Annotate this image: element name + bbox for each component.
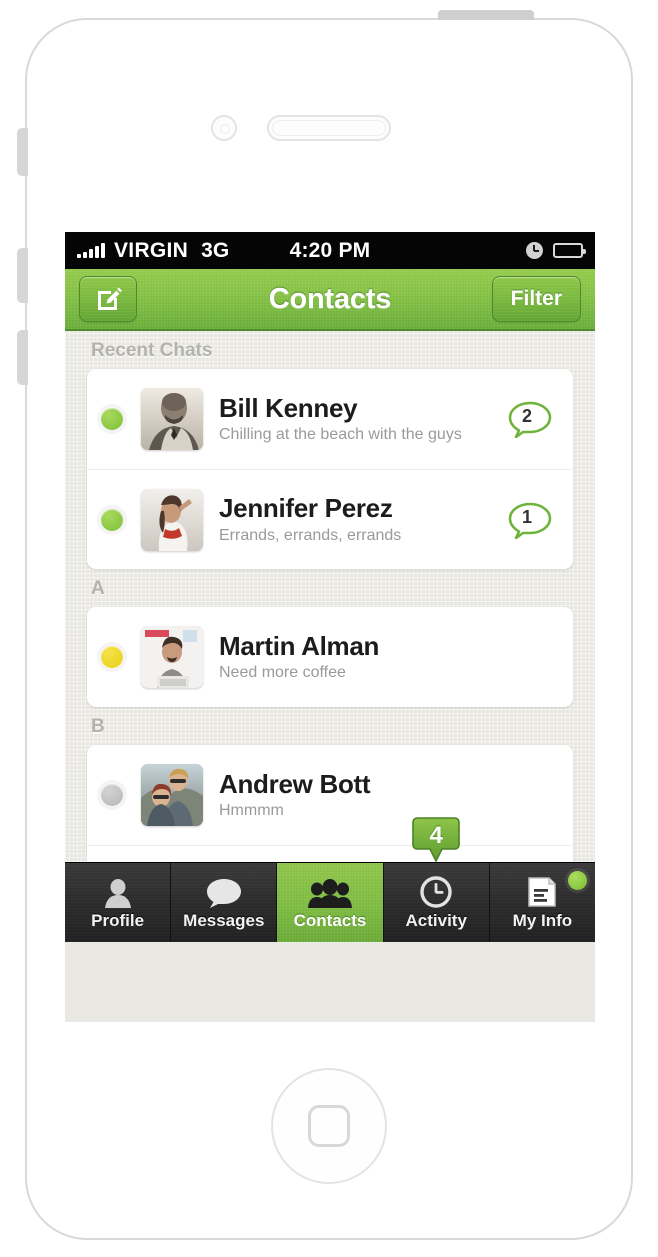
front-camera [211,115,237,141]
status-bar-left: VIRGIN 3G [77,239,229,263]
contact-name: Martin Alman [219,630,380,661]
contact-status-text: Hmmmm [219,802,284,820]
contact-info: Martin Alman Need more coffee [219,630,557,682]
contact-name: Bill Kenney [219,392,358,423]
tab-label: Activity [405,911,467,930]
volume-down-button[interactable] [17,330,28,385]
status-bar-right [526,242,586,259]
message-count-badge[interactable]: 2 [507,400,553,438]
document-icon [527,874,557,908]
message-count: 2 [521,406,532,426]
message-count-badge[interactable]: 1 [507,501,553,539]
contacts-list[interactable]: Recent Chats Bill Kenney Chilling at the… [65,331,595,942]
volume-up-button[interactable] [17,248,28,303]
tab-contacts[interactable]: Contacts [277,863,384,942]
clock-icon [420,874,452,908]
activity-badge: 4 [412,817,461,863]
carrier-name: VIRGIN [114,238,189,262]
avatar [141,488,203,551]
section-header-recent-chats: Recent Chats [91,340,213,361]
ringer-switch[interactable] [17,128,28,176]
filter-button-label: Filter [510,287,562,310]
nav-bar: Contacts Filter [65,269,595,331]
contact-status-text: Need more coffee [219,664,346,682]
presence-dot-away [101,646,123,668]
section-header-a: A [91,578,105,599]
contact-status-text: Chilling at the beach with the guys [219,426,462,444]
presence-dot-online [101,408,123,430]
presence-dot-offline [101,784,123,806]
avatar [141,626,203,688]
network-type: 3G [201,238,230,262]
compose-pencil-icon [93,282,123,317]
avatar [141,764,203,826]
power-button[interactable] [438,10,534,20]
phone-screen: VIRGIN 3G 4:20 PM Contacts Filter Recent… [65,232,595,1022]
speech-bubble-icon [206,874,242,908]
tab-bar: Profile Messages Contacts 4 Activity My … [65,817,595,942]
tab-label: My Info [512,911,573,930]
phone-mockup: VIRGIN 3G 4:20 PM Contacts Filter Recent… [0,0,658,1257]
battery-icon [553,243,586,258]
contact-status-text: Errands, errands, errands [219,526,402,544]
tab-label: Profile [91,911,145,930]
message-count: 1 [521,506,532,527]
tab-messages[interactable]: Messages [171,863,278,942]
section-header-b: B [91,716,105,737]
person-icon [102,874,134,908]
contact-row[interactable]: Martin Alman Need more coffee [87,607,573,707]
signal-bars-icon [77,243,105,258]
clock-icon [526,242,543,259]
contact-row[interactable]: Bill Kenney Chilling at the beach with t… [87,369,573,469]
tab-profile[interactable]: Profile [65,863,172,942]
earpiece-speaker [267,115,391,141]
status-bar: VIRGIN 3G 4:20 PM [65,232,595,269]
filter-button[interactable]: Filter [491,276,581,322]
home-button[interactable] [271,1068,387,1184]
tab-label: Messages [183,911,265,930]
contact-card-recent-chats: Bill Kenney Chilling at the beach with t… [87,369,573,569]
home-square-icon [308,1105,350,1147]
tab-label: Contacts [293,911,367,930]
contact-row[interactable]: Jennifer Perez Errands, errands, errands… [87,469,573,569]
contact-info: Jennifer Perez Errands, errands, errands [219,494,507,544]
tab-my-info[interactable]: My Info [489,863,595,942]
contact-name: Jennifer Perez [219,493,393,524]
people-group-icon [308,874,352,908]
activity-badge-count: 4 [429,822,443,849]
contact-info: Andrew Bott Hmmmm [219,768,557,820]
contact-card-a: Martin Alman Need more coffee [87,607,573,707]
tab-activity[interactable]: 4 Activity [383,817,490,942]
compose-button[interactable] [79,276,137,322]
presence-dot-online [101,508,123,531]
contact-name: Andrew Bott [219,768,371,799]
contact-row[interactable]: Andrew Bott Hmmmm [87,745,573,845]
contact-info: Bill Kenney Chilling at the beach with t… [219,392,507,444]
avatar [141,388,203,450]
my-info-status-dot [568,871,588,890]
